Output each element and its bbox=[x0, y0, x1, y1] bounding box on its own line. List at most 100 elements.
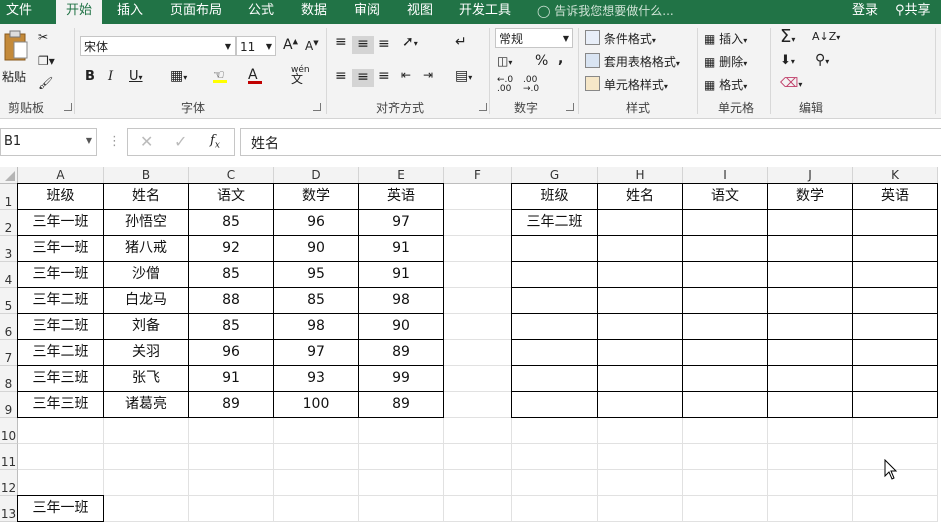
table2-class-cell[interactable]: 三年二班 bbox=[511, 209, 598, 236]
orientation-icon[interactable]: ➚▾ bbox=[402, 34, 418, 50]
column-header-I[interactable]: I bbox=[683, 167, 768, 184]
cell[interactable] bbox=[359, 470, 444, 496]
table1-cell[interactable]: 98 bbox=[273, 313, 359, 340]
cell[interactable] bbox=[444, 340, 512, 366]
cell[interactable] bbox=[274, 444, 359, 470]
table2-cell[interactable] bbox=[597, 235, 683, 262]
increase-font-icon[interactable]: A▲ bbox=[283, 37, 298, 53]
align-top-icon[interactable]: ≡ bbox=[335, 34, 347, 50]
table1-cell[interactable]: 89 bbox=[358, 339, 444, 366]
font-color-icon[interactable]: A bbox=[248, 67, 262, 84]
cell[interactable] bbox=[512, 496, 598, 522]
cell[interactable] bbox=[683, 444, 768, 470]
table1-cell[interactable]: 92 bbox=[188, 235, 274, 262]
cell[interactable] bbox=[444, 392, 512, 418]
tab-file[interactable]: 文件 bbox=[0, 0, 38, 24]
table2-cell[interactable] bbox=[511, 313, 598, 340]
table2-cell[interactable] bbox=[852, 261, 938, 288]
cell[interactable] bbox=[104, 418, 189, 444]
comma-icon[interactable]: , bbox=[558, 51, 563, 67]
table1-header[interactable]: 数学 bbox=[273, 183, 359, 210]
table1-cell[interactable]: 85 bbox=[273, 287, 359, 314]
cell[interactable] bbox=[598, 470, 683, 496]
row-header-7[interactable]: 7 bbox=[0, 340, 18, 366]
row-header-12[interactable]: 12 bbox=[0, 470, 18, 496]
column-header-C[interactable]: C bbox=[189, 167, 274, 184]
name-box[interactable]: B1 ▼ bbox=[0, 128, 97, 156]
cell[interactable] bbox=[444, 418, 512, 444]
table2-header[interactable]: 姓名 bbox=[597, 183, 683, 210]
table1-cell[interactable]: 85 bbox=[188, 313, 274, 340]
table1-cell[interactable]: 93 bbox=[273, 365, 359, 392]
cell[interactable] bbox=[104, 470, 189, 496]
table1-header[interactable]: 英语 bbox=[358, 183, 444, 210]
underline-icon[interactable]: U▾ bbox=[129, 69, 143, 84]
format-cells-button[interactable]: ▦ 格式▾ bbox=[704, 76, 747, 93]
table1-cell[interactable]: 96 bbox=[273, 209, 359, 236]
tab-data[interactable]: 数据 bbox=[294, 0, 334, 24]
align-center-icon[interactable]: ≡ bbox=[352, 69, 374, 87]
clipboard-launcher-icon[interactable] bbox=[64, 103, 72, 111]
table1-cell[interactable]: 97 bbox=[273, 339, 359, 366]
merge-center-icon[interactable]: ▤▾ bbox=[455, 68, 472, 84]
wrap-text-icon[interactable]: ↵ bbox=[455, 34, 467, 50]
phonetic-icon[interactable]: wén 文 bbox=[291, 66, 310, 86]
cell[interactable] bbox=[444, 314, 512, 340]
table2-cell[interactable] bbox=[511, 391, 598, 418]
cell[interactable] bbox=[512, 470, 598, 496]
row-header-4[interactable]: 4 bbox=[0, 262, 18, 288]
column-header-D[interactable]: D bbox=[274, 167, 359, 184]
cell[interactable] bbox=[104, 496, 189, 522]
row-header-5[interactable]: 5 bbox=[0, 288, 18, 314]
table1-cell[interactable]: 白龙马 bbox=[103, 287, 189, 314]
table1-cell[interactable]: 三年二班 bbox=[17, 313, 104, 340]
align-middle-icon[interactable]: ≡ bbox=[352, 36, 374, 54]
row-header-9[interactable]: 9 bbox=[0, 392, 18, 418]
table2-cell[interactable] bbox=[682, 209, 768, 236]
table1-cell[interactable]: 88 bbox=[188, 287, 274, 314]
table1-cell[interactable]: 三年三班 bbox=[17, 365, 104, 392]
copy-icon[interactable]: ❐▾ bbox=[38, 54, 55, 68]
table1-cell[interactable]: 三年一班 bbox=[17, 235, 104, 262]
table2-cell[interactable] bbox=[852, 209, 938, 236]
table1-cell[interactable]: 猪八戒 bbox=[103, 235, 189, 262]
cell[interactable] bbox=[444, 470, 512, 496]
table2-cell[interactable] bbox=[511, 365, 598, 392]
table1-cell[interactable]: 三年一班 bbox=[17, 209, 104, 236]
cell[interactable] bbox=[444, 210, 512, 236]
enter-icon[interactable]: ✓ bbox=[174, 132, 187, 151]
row-header-13[interactable]: 13 bbox=[0, 496, 18, 522]
share-button[interactable]: ⚲共享 bbox=[895, 0, 931, 24]
cell[interactable] bbox=[683, 470, 768, 496]
cell[interactable] bbox=[512, 418, 598, 444]
decrease-indent-icon[interactable]: ⇤ bbox=[401, 68, 411, 82]
table2-cell[interactable] bbox=[767, 209, 853, 236]
delete-cells-button[interactable]: ▦ 删除▾ bbox=[704, 53, 747, 70]
cell[interactable] bbox=[444, 444, 512, 470]
row-header-1[interactable]: 1 bbox=[0, 184, 18, 210]
tab-developer[interactable]: 开发工具 bbox=[452, 0, 518, 24]
cell[interactable] bbox=[444, 262, 512, 288]
row-header-6[interactable]: 6 bbox=[0, 314, 18, 340]
autosum-icon[interactable]: Σ▾ bbox=[780, 26, 795, 47]
align-bottom-icon[interactable]: ≡ bbox=[378, 36, 390, 52]
border-icon[interactable]: ▦▾ bbox=[170, 68, 187, 84]
cell[interactable] bbox=[853, 496, 938, 522]
table1-cell[interactable]: 90 bbox=[273, 235, 359, 262]
align-right-icon[interactable]: ≡ bbox=[378, 68, 390, 84]
table2-cell[interactable] bbox=[597, 365, 683, 392]
tab-formulas[interactable]: 公式 bbox=[241, 0, 281, 24]
cell[interactable] bbox=[359, 444, 444, 470]
table1-cell[interactable]: 诸葛亮 bbox=[103, 391, 189, 418]
table1-header[interactable]: 姓名 bbox=[103, 183, 189, 210]
tab-home[interactable]: 开始 bbox=[56, 0, 102, 25]
table2-cell[interactable] bbox=[682, 261, 768, 288]
table2-cell[interactable] bbox=[852, 313, 938, 340]
table2-cell[interactable] bbox=[682, 365, 768, 392]
cell[interactable] bbox=[853, 418, 938, 444]
decrease-font-icon[interactable]: A▼ bbox=[305, 39, 319, 53]
column-header-K[interactable]: K bbox=[853, 167, 938, 184]
cell[interactable] bbox=[274, 418, 359, 444]
table1-cell[interactable]: 89 bbox=[358, 391, 444, 418]
font-size-box[interactable]: 11 ▼ bbox=[236, 36, 276, 56]
